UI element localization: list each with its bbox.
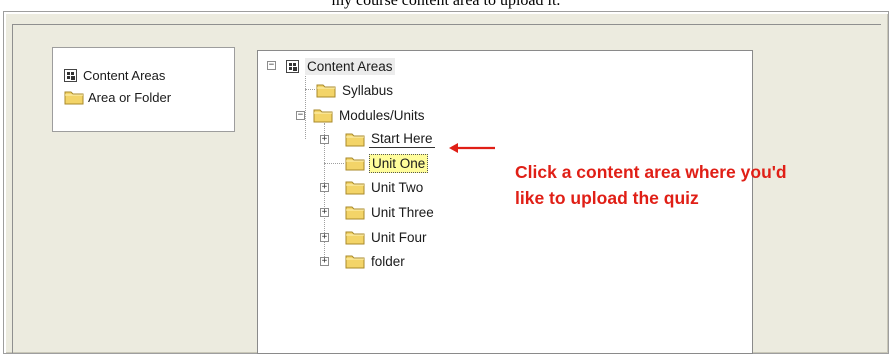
- expand-toggle[interactable]: +: [320, 183, 329, 192]
- tree-item-unit-three[interactable]: Unit Three: [345, 203, 436, 221]
- tree-item-label: Syllabus: [342, 82, 394, 98]
- folder-icon: [345, 229, 365, 245]
- folder-icon: [313, 107, 333, 123]
- tree-item-label: Start Here: [369, 131, 435, 148]
- collapse-toggle[interactable]: −: [296, 111, 305, 120]
- annotation-line-1: Click a content area where you'd: [515, 162, 787, 182]
- folder-icon: [345, 131, 365, 147]
- folder-icon: [345, 204, 365, 220]
- folder-icon: [345, 253, 365, 269]
- folder-icon: [316, 82, 336, 98]
- tree-item-modules-units[interactable]: Modules/Units: [313, 106, 427, 124]
- tree-item-syllabus[interactable]: Syllabus: [316, 81, 395, 99]
- tree-item-label: Content Areas: [305, 57, 395, 75]
- cropped-caption: my course content area to upload it.: [331, 0, 561, 9]
- tree-connector: [324, 123, 325, 263]
- legend-item-content-areas: Content Areas: [64, 66, 165, 84]
- folder-icon: [345, 179, 365, 195]
- tree-connector: [305, 89, 315, 90]
- folder-icon: [345, 155, 365, 171]
- tree-item-label: Unit Two: [371, 179, 424, 195]
- tree-item-content-areas[interactable]: Content Areas: [286, 57, 395, 75]
- legend-item-area-or-folder: Area or Folder: [64, 88, 171, 106]
- pointer-arrow-icon: [449, 143, 495, 153]
- tree-connector: [324, 163, 344, 164]
- content-areas-icon: [286, 59, 299, 73]
- instruction-annotation: Click a content area where you'd like to…: [515, 159, 892, 211]
- tree-item-label: Unit Three: [371, 204, 434, 220]
- tree-item-unit-two[interactable]: Unit Two: [345, 178, 425, 196]
- expand-toggle[interactable]: +: [320, 135, 329, 144]
- expand-toggle[interactable]: +: [320, 208, 329, 217]
- tree-item-unit-one[interactable]: Unit One: [345, 153, 429, 173]
- collapse-toggle[interactable]: −: [267, 61, 276, 70]
- expand-toggle[interactable]: +: [320, 257, 329, 266]
- tree-item-folder[interactable]: folder: [345, 252, 407, 270]
- tree-item-label: Unit One: [369, 153, 429, 173]
- tree-connector: [305, 73, 306, 139]
- legend-label: Area or Folder: [88, 89, 172, 105]
- folder-icon: [64, 89, 84, 105]
- tree-legend: Content Areas Area or Folder: [52, 47, 235, 132]
- tree-item-start-here[interactable]: Start Here: [345, 130, 435, 148]
- tree-item-label: Modules/Units: [339, 107, 425, 123]
- legend-label: Content Areas: [83, 67, 166, 83]
- content-areas-icon: [64, 68, 77, 82]
- expand-toggle[interactable]: +: [320, 233, 329, 242]
- tree-item-label: folder: [371, 253, 405, 269]
- tree-item-unit-four[interactable]: Unit Four: [345, 228, 429, 246]
- tree-item-label: Unit Four: [371, 229, 427, 245]
- annotation-line-2: like to upload the quiz: [515, 188, 699, 208]
